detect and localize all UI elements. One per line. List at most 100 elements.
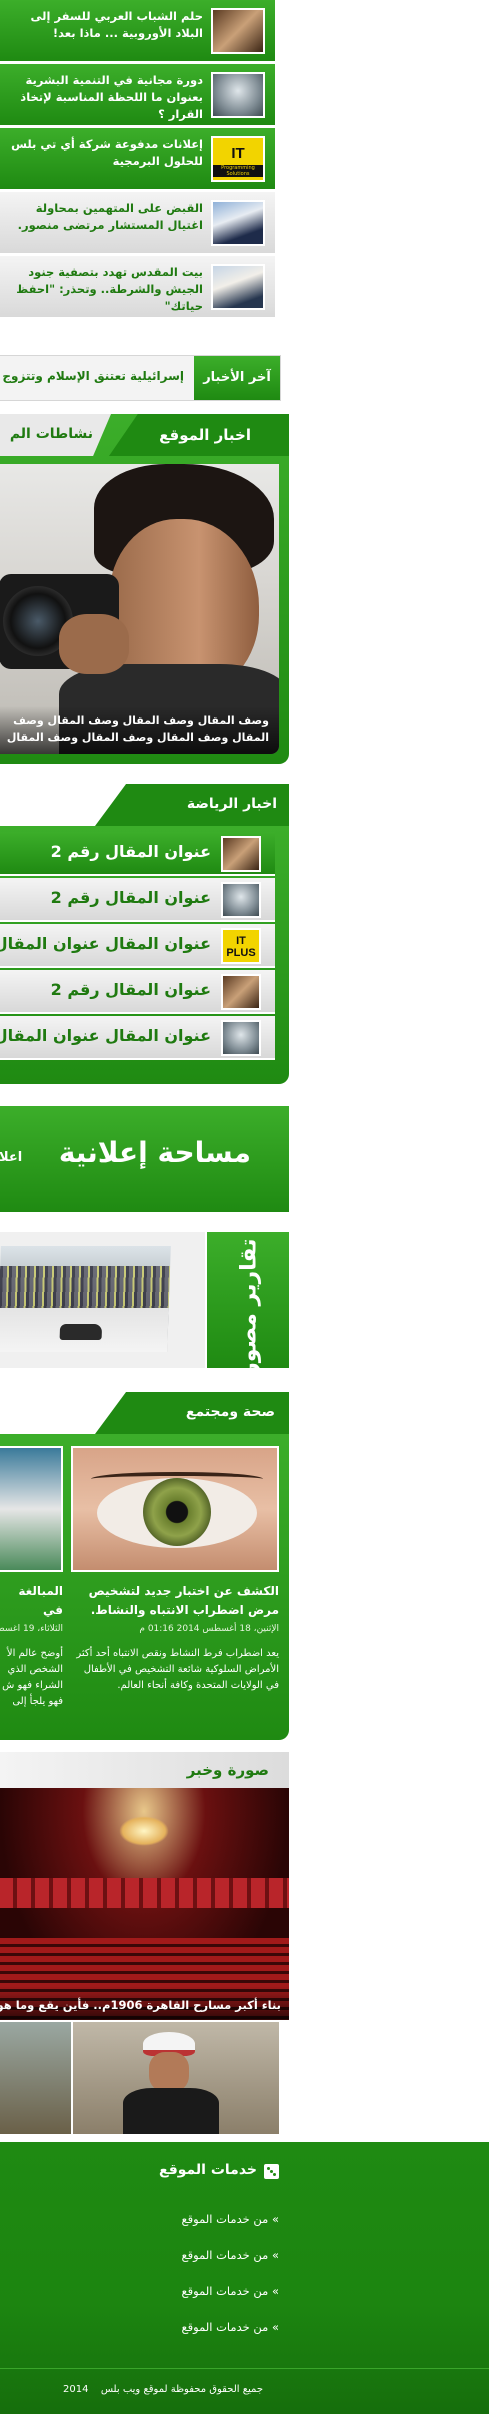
ad-banner-title: مساحة إعلانية (59, 1136, 252, 1169)
cleric-robe (124, 2088, 220, 2134)
photo-news-thumb-soldiers[interactable] (0, 2022, 72, 2134)
list-item[interactable]: عنوان المقال رقم 2 (0, 878, 276, 922)
health-main-body: يعد اضطراب فرط النشاط ونقص الانتباه أحد … (77, 1648, 280, 1691)
itplus-logo-text: IT PLUS (227, 935, 257, 959)
list-item[interactable]: عنوان المقال رقم 2 (0, 832, 276, 876)
photo-news-image[interactable]: بناء أكبر مسارح القاهرة 1906م.. فأين يقع… (0, 1788, 290, 2020)
tab-site-activities[interactable]: نشاطات الم (0, 414, 112, 456)
services-title: خدمات الموقع (160, 2162, 258, 2178)
list-item[interactable]: بيت المقدس تهدد بتصفية جنود الجيش والشرط… (0, 256, 276, 318)
ad-banner-cut: اعلا (0, 1150, 24, 1165)
health-side-body: أوضح عالم الأ الشخص الذي الشراء فهو ش فه… (3, 1648, 64, 1707)
photo-news-thumb-cleric[interactable] (74, 2022, 280, 2134)
photo-reports: تقارير مصورة (0, 1232, 290, 1388)
news-title[interactable]: القبض على المتهمين بمحاولة اغتيال المستش… (6, 200, 204, 234)
sports-list: عنوان المقال رقم 2 عنوان المقال رقم 2 IT… (0, 826, 290, 1084)
eye-iris (144, 1478, 212, 1546)
dice-icon (265, 2164, 280, 2179)
list-item[interactable]: IT PLUS عنوان المقال عنوان المقال (0, 924, 276, 968)
service-link[interactable]: » من خدمات الموقع (183, 2284, 280, 2298)
service-link-label: من خدمات الموقع (182, 2248, 270, 2262)
service-link-label: من خدمات الموقع (182, 2212, 270, 2226)
sports-header: اخبار الرياضة (96, 784, 290, 826)
tab-site-news[interactable]: اخبار الموقع (110, 414, 290, 456)
news-title[interactable]: إعلانات مدفوعة شركة أي تي بلس للحلول الب… (6, 136, 204, 170)
news-thumbnail (212, 200, 266, 246)
sport-thumbnail (222, 882, 262, 918)
sports-title: اخبار الرياضة (187, 796, 278, 812)
sport-thumbnail (222, 1020, 262, 1056)
service-link[interactable]: » من خدمات الموقع (183, 2320, 280, 2334)
list-item[interactable]: حلم الشباب العربي للسفر إلى البلاد الأور… (0, 0, 276, 62)
ticker-text[interactable]: إسرائيلية تعتنق الإسلام وتتزوج من (0, 369, 185, 383)
health-main-title[interactable]: الكشف عن اختبار جديد لتشخيص مرض اضطراب ا… (72, 1582, 280, 1620)
tab-site-news-label: اخبار الموقع (160, 426, 252, 444)
theatre-balcony (0, 1878, 290, 1908)
chevron-left-icon: » (272, 2212, 280, 2226)
sports-panel: اخبار الرياضة عنوان المقال رقم 2 عنوان ا… (0, 784, 290, 1084)
chevron-left-icon: » (272, 2248, 280, 2262)
health-side-title[interactable]: المبالغة في نفسي" (0, 1582, 64, 1620)
news-ticker: آخر الأخبار إسرائيلية تعتنق الإسلام وتتز… (0, 355, 282, 401)
photo-reports-car (60, 1324, 104, 1340)
health-side-date: الثلاثاء، 19 أغسط (0, 1624, 64, 1634)
photo-news-caption: بناء أكبر مسارح القاهرة 1906م.. فأين يقع… (0, 1986, 290, 2020)
top-news-list: حلم الشباب العربي للسفر إلى البلاد الأور… (0, 0, 276, 338)
theatre-chandelier (120, 1816, 170, 1846)
cleric-face (150, 2052, 190, 2092)
health-main-image[interactable] (72, 1446, 280, 1572)
photo-reports-label-box: تقارير مصورة (206, 1232, 290, 1388)
ticker-label: آخر الأخبار (195, 356, 281, 400)
list-item[interactable]: عنوان المقال عنوان المقال 4 (0, 1016, 276, 1060)
list-item[interactable]: عنوان المقال رقم 2 (0, 970, 276, 1014)
copyright-text: جميع الحقوق محفوظة لموقع ويب بلس (101, 2384, 264, 2395)
sport-title[interactable]: عنوان المقال رقم 2 (52, 888, 212, 907)
news-title[interactable]: بيت المقدس تهدد بتصفية جنود الجيش والشرط… (6, 264, 204, 315)
photo-reports-image[interactable] (0, 1246, 172, 1352)
health-main-date: الإثنين، 18 أغسطس 2014 01:16 م (140, 1624, 280, 1634)
list-item[interactable]: القبض على المتهمين بمحاولة اغتيال المستش… (0, 192, 276, 254)
health-side-image[interactable] (0, 1446, 64, 1572)
itplus-tagline: Programming Solutions (214, 165, 264, 177)
news-title[interactable]: حلم الشباب العربي للسفر إلى البلاد الأور… (6, 8, 204, 42)
photo-caption: وصف المقال وصف المقال وصف المقال وصف الم… (0, 706, 280, 754)
site-services: خدمات الموقع » من خدمات الموقع » من خدما… (0, 2142, 490, 2414)
sport-title[interactable]: عنوان المقال عنوان المقال (0, 934, 212, 953)
photo-reports-crowd (0, 1266, 172, 1308)
photo-news-header: صورة وخبر (0, 1752, 290, 1788)
health-title: صحة ومجتمع (186, 1404, 276, 1420)
news-thumbnail (212, 264, 266, 310)
footer-divider (0, 2368, 490, 2369)
photo-news-panel: صورة وخبر بناء أكبر مسارح القاهرة 1906م.… (0, 1752, 290, 2138)
list-item[interactable]: دورة مجانية في التنمية البشرية بعنوان ما… (0, 64, 276, 126)
service-link-label: من خدمات الموقع (182, 2284, 270, 2298)
news-title[interactable]: دورة مجانية في التنمية البشرية بعنوان ما… (6, 72, 204, 123)
service-link-label: من خدمات الموقع (182, 2320, 270, 2334)
service-link[interactable]: » من خدمات الموقع (183, 2248, 280, 2262)
tab-site-activities-label: نشاطات الم (10, 426, 94, 442)
health-panel: صحة ومجتمع الكشف عن اختبار جديد لتشخيص م… (0, 1392, 290, 1742)
list-item[interactable]: IT PLUS Programming Solutions إعلانات مد… (0, 128, 276, 190)
chevron-left-icon: » (272, 2284, 280, 2298)
health-header: صحة ومجتمع (96, 1392, 290, 1434)
ad-banner[interactable]: مساحة إعلانية اعلا (0, 1106, 290, 1212)
news-thumbnail (212, 8, 266, 54)
sport-thumbnail (222, 974, 262, 1010)
photo-news-caption-text[interactable]: بناء أكبر مسارح القاهرة 1906م.. فأين يقع… (0, 1998, 282, 2012)
photo-hand (60, 614, 130, 674)
chevron-left-icon: » (272, 2320, 280, 2334)
photo-news-title: صورة وخبر (187, 1761, 270, 1779)
photo-reports-title: تقارير مصورة (237, 1238, 263, 1388)
service-link[interactable]: » من خدمات الموقع (183, 2212, 280, 2226)
sport-title[interactable]: عنوان المقال رقم 2 (52, 842, 212, 861)
site-news-panel: اخبار الموقع نشاطات الم وصف المقال وصف ا… (0, 414, 290, 764)
eye-lash (92, 1472, 264, 1486)
footer-copyright: جميع الحقوق محفوظة لموقع ويب بلس (102, 2384, 264, 2395)
sport-title[interactable]: عنوان المقال رقم 2 (52, 980, 212, 999)
site-news-photo[interactable]: وصف المقال وصف المقال وصف المقال وصف الم… (0, 464, 280, 754)
news-thumbnail (212, 72, 266, 118)
footer-year: 2014 (64, 2384, 90, 2395)
photo-caption-text[interactable]: وصف المقال وصف المقال وصف المقال وصف الم… (0, 712, 270, 748)
itplus-logo: IT PLUS Programming Solutions (212, 136, 266, 182)
sport-title[interactable]: عنوان المقال عنوان المقال 4 (0, 1026, 212, 1045)
